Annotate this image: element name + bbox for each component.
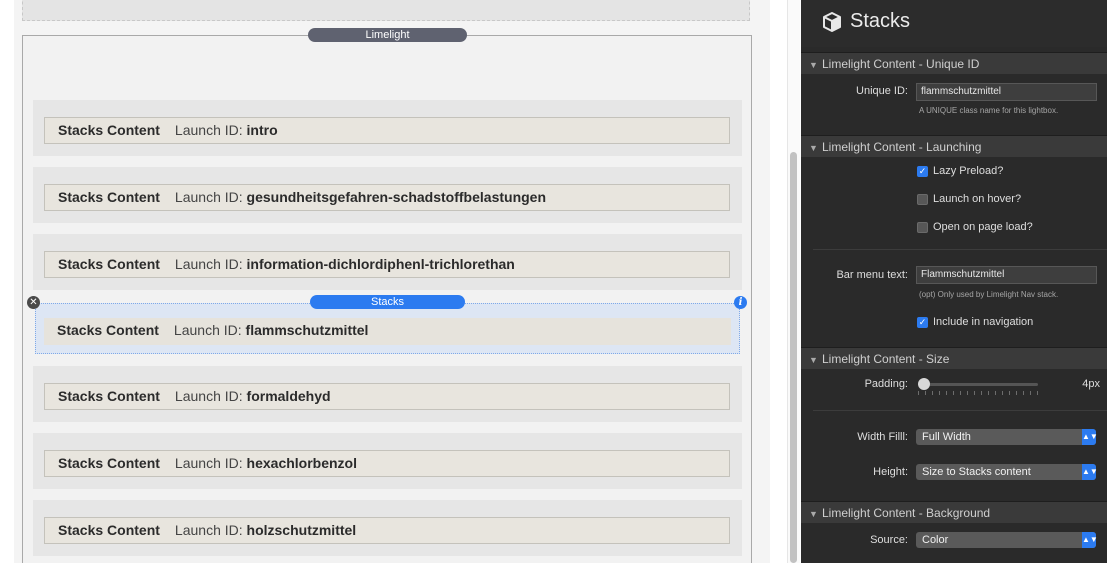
stacks-content-block[interactable]: Stacks Content Launch ID: flammschutzmitt… xyxy=(44,318,731,345)
bar-menu-hint: (opt) Only used by Limelight Nav stack. xyxy=(919,290,1059,299)
launch-id-label: Launch ID: xyxy=(174,455,243,471)
section-title: Limelight Content - Background xyxy=(822,506,991,520)
stack-title: Stacks Content xyxy=(58,455,160,471)
padding-label: Padding: xyxy=(864,378,908,390)
divider xyxy=(813,410,1107,411)
section-title: Limelight Content - Launching xyxy=(822,140,982,154)
height-select[interactable]: Size to Stacks content ▲▼ xyxy=(916,464,1098,480)
launch-id-value: hexachlorbenzol xyxy=(246,455,357,471)
background-source-select[interactable]: Color ▲▼ xyxy=(916,532,1098,548)
launch-id-label: Launch ID: xyxy=(173,322,242,338)
section-launching-header[interactable]: ▼ Limelight Content - Launching xyxy=(801,135,1107,157)
inspector-title: Stacks xyxy=(850,10,911,32)
section-title: Limelight Content - Unique ID xyxy=(822,57,980,71)
chevron-up-down-icon: ▲▼ xyxy=(1082,429,1098,445)
stack-row-holzschutzmittel[interactable]: Stacks Content Launch ID: holzschutzmitte… xyxy=(33,500,742,556)
chevron-up-down-icon: ▲▼ xyxy=(1082,532,1098,548)
divider xyxy=(813,249,1107,250)
stacks-content-block[interactable]: Stacks Content Launch ID: intro xyxy=(44,117,730,144)
section-title: Limelight Content - Size xyxy=(822,352,950,366)
cube-icon xyxy=(823,12,841,32)
inspector-header: Stacks xyxy=(801,0,1107,47)
stack-title: Stacks Content xyxy=(58,122,160,138)
padding-slider-ticks xyxy=(918,391,1038,395)
launch-id-value: gesundheitsgefahren-schadstoffbelastunge… xyxy=(246,189,547,205)
stack-row-hexachlorbenzol[interactable]: Stacks Content Launch ID: hexachlorbenzol xyxy=(33,433,742,489)
lazy-preload-checkbox[interactable]: ✓ xyxy=(917,166,928,177)
stack-row-intro[interactable]: Stacks Content Launch ID: intro xyxy=(33,100,742,156)
lazy-preload-label: Lazy Preload? xyxy=(933,165,1004,177)
disclosure-triangle-icon[interactable]: ▼ xyxy=(809,54,818,76)
stacks-content-block[interactable]: Stacks Content Launch ID: formaldehyd xyxy=(44,383,730,410)
open-on-page-load-checkbox[interactable] xyxy=(917,222,928,233)
stack-title: Stacks Content xyxy=(58,388,160,404)
selected-stack-label-pill[interactable]: Stacks xyxy=(310,295,465,309)
stacks-editor-canvas: Limelight Stacks Content Launch ID: intro… xyxy=(0,0,800,563)
section-background-header[interactable]: ▼ Limelight Content - Background xyxy=(801,501,1107,523)
chevron-up-down-icon: ▲▼ xyxy=(1082,464,1098,480)
include-in-navigation-checkbox[interactable]: ✓ xyxy=(917,317,928,328)
height-value: Size to Stacks content xyxy=(922,466,1031,478)
include-in-navigation-label: Include in navigation xyxy=(933,316,1034,328)
launch-id-value: information-dichlordiphenl-trichlorethan xyxy=(246,256,515,272)
stack-row-gesundheitsgefahren[interactable]: Stacks Content Launch ID: gesundheitsgefa… xyxy=(33,167,742,223)
launch-id-value: intro xyxy=(246,122,278,138)
section-unique-id-header[interactable]: ▼ Limelight Content - Unique ID xyxy=(801,52,1107,74)
stack-title: Stacks Content xyxy=(57,322,159,338)
disclosure-triangle-icon[interactable]: ▼ xyxy=(809,503,818,525)
launch-id-label: Launch ID: xyxy=(174,522,243,538)
stack-title: Stacks Content xyxy=(58,189,160,205)
width-fill-label: Width Filll: xyxy=(857,431,908,443)
info-icon[interactable]: i xyxy=(734,296,747,309)
stack-title: Stacks Content xyxy=(58,256,160,272)
width-fill-value: Full Width xyxy=(922,431,971,443)
stacks-content-block[interactable]: Stacks Content Launch ID: hexachlorbenzol xyxy=(44,450,730,477)
launch-id-label: Launch ID: xyxy=(174,256,243,272)
height-label: Height: xyxy=(873,466,908,478)
launch-id-value: holzschutzmittel xyxy=(246,522,357,538)
stacks-content-block[interactable]: Stacks Content Launch ID: gesundheitsgefa… xyxy=(44,184,730,211)
unique-id-input[interactable]: flammschutzmittel xyxy=(916,83,1097,101)
disclosure-triangle-icon[interactable]: ▼ xyxy=(809,137,818,159)
launch-id-label: Launch ID: xyxy=(174,388,243,404)
remove-stack-icon[interactable]: ✕ xyxy=(27,296,40,309)
disclosure-triangle-icon[interactable]: ▼ xyxy=(809,349,818,371)
source-label: Source: xyxy=(870,534,908,546)
stack-row-information[interactable]: Stacks Content Launch ID: information-dic… xyxy=(33,234,742,290)
stacks-content-block[interactable]: Stacks Content Launch ID: information-dic… xyxy=(44,251,730,278)
unique-id-hint: A UNIQUE class name for this lightbox. xyxy=(919,106,1059,115)
stacks-content-block[interactable]: Stacks Content Launch ID: holzschutzmitte… xyxy=(44,517,730,544)
stack-title: Stacks Content xyxy=(58,522,160,538)
limelight-label-pill[interactable]: Limelight xyxy=(308,28,467,42)
launch-on-hover-label: Launch on hover? xyxy=(933,193,1022,205)
padding-value: 4px xyxy=(1082,378,1100,390)
bar-menu-text-label: Bar menu text: xyxy=(836,269,908,281)
previous-stack-block[interactable] xyxy=(22,0,750,21)
padding-slider-knob[interactable] xyxy=(918,378,930,390)
open-on-page-load-label: Open on page load? xyxy=(933,221,1033,233)
source-value: Color xyxy=(922,534,949,546)
width-fill-select[interactable]: Full Width ▲▼ xyxy=(916,429,1098,445)
bar-menu-text-input[interactable]: Flammschutzmittel xyxy=(916,266,1097,284)
stack-row-flammschutzmittel-selected[interactable]: Stacks Content Launch ID: flammschutzmitt… xyxy=(35,303,740,354)
launch-on-hover-checkbox[interactable] xyxy=(917,194,928,205)
stack-row-formaldehyd[interactable]: Stacks Content Launch ID: formaldehyd xyxy=(33,366,742,422)
section-size-header[interactable]: ▼ Limelight Content - Size xyxy=(801,347,1107,369)
launch-id-label: Launch ID: xyxy=(174,122,243,138)
launch-id-label: Launch ID: xyxy=(174,189,243,205)
padding-slider-track[interactable] xyxy=(918,383,1038,386)
launch-id-value: formaldehyd xyxy=(246,388,331,404)
unique-id-label: Unique ID: xyxy=(856,85,908,97)
launch-id-value: flammschutzmittel xyxy=(245,322,369,338)
scrollbar-thumb[interactable] xyxy=(790,152,797,563)
